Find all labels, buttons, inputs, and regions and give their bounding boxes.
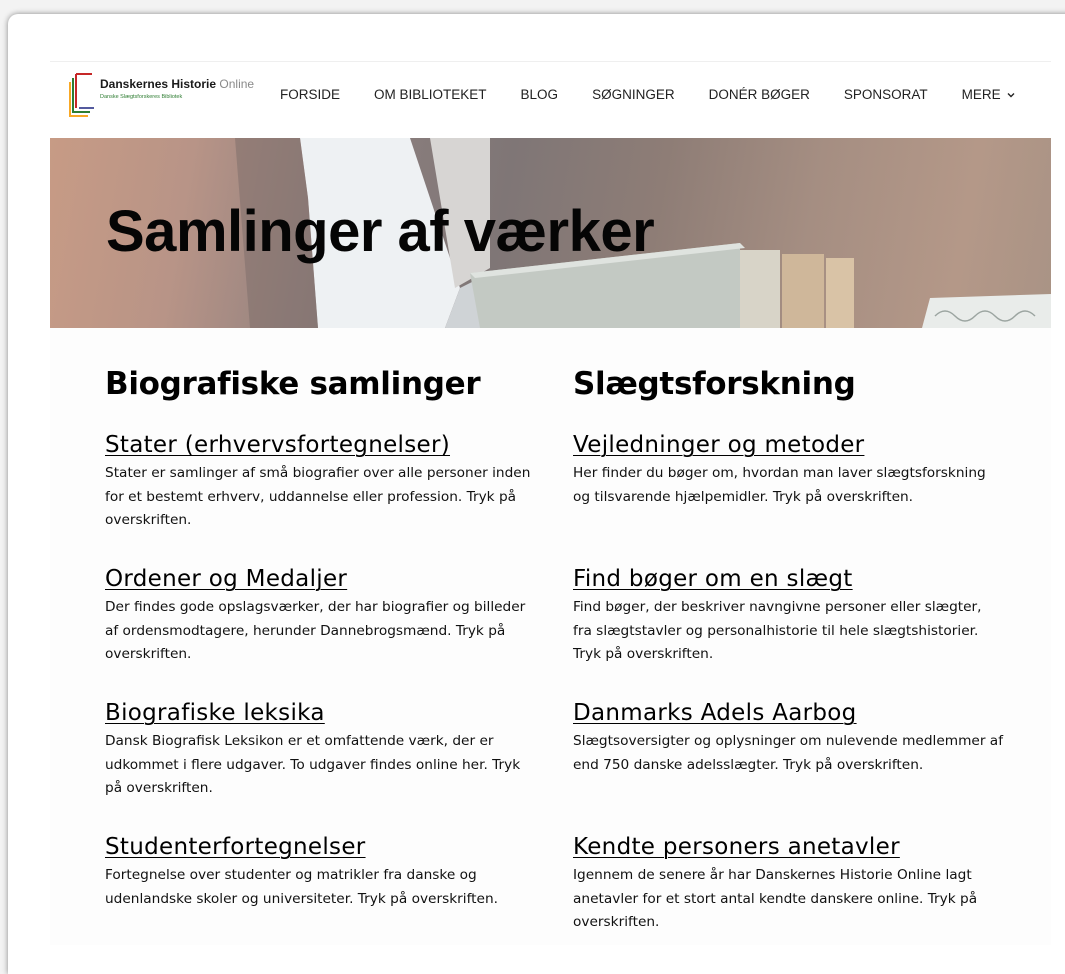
collection-link[interactable]: Danmarks Adels Aarbog	[573, 698, 1003, 728]
logo-subtitle: Danske Slægtsforskeres Bibliotek	[100, 94, 183, 100]
section-heading: Biografiske samlinger	[105, 366, 481, 402]
collection-description: Stater er samlinger af små biografier ov…	[105, 465, 531, 528]
main-nav: FORSIDE OM BIBLIOTEKET BLOG SØGNINGER DO…	[280, 85, 1015, 105]
nav-mere[interactable]: MERE	[962, 85, 1015, 105]
collection-item: Stater (erhvervsfortegnelser) Stater er …	[105, 430, 535, 533]
web-page: Danskernes Historie Online Danske Slægts…	[50, 61, 1051, 945]
collection-link[interactable]: Vejledninger og metoder	[573, 430, 1003, 460]
hero-banner: Samlinger af værker	[50, 138, 1051, 328]
collection-description: Her finder du bøger om, hvordan man lave…	[573, 465, 986, 505]
collection-description: Der findes gode opslagsværker, der har b…	[105, 599, 526, 662]
site-header: Danskernes Historie Online Danske Slægts…	[50, 62, 1051, 138]
nav-mere-label: MERE	[961, 87, 1001, 102]
collection-item: Find bøger om en slægt Find bøger, der b…	[573, 564, 1003, 667]
chevron-down-icon	[1007, 93, 1015, 98]
nav-soegninger[interactable]: SØGNINGER	[592, 85, 675, 105]
books-logo-icon	[69, 73, 94, 117]
nav-om-biblioteket[interactable]: OM BIBLIOTEKET	[374, 85, 487, 105]
collection-item: Ordener og Medaljer Der findes gode opsl…	[105, 564, 535, 667]
page-title: Samlinger af værker	[106, 199, 655, 264]
collection-link[interactable]: Ordener og Medaljer	[105, 564, 535, 594]
logo-title: Danskernes Historie Online	[100, 77, 255, 91]
collection-link[interactable]: Stater (erhvervsfortegnelser)	[105, 430, 535, 460]
column-slaegtsforskning: Slægtsforskning Vejledninger og metoder …	[573, 362, 1003, 930]
nav-sponsorat[interactable]: SPONSORAT	[844, 85, 928, 105]
browser-window: Danskernes Historie Online Danske Slægts…	[8, 14, 1065, 974]
collection-item: Danmarks Adels Aarbog Slægtsoversigter o…	[573, 698, 1003, 777]
collection-item: Kendte personers anetavler Igennem de se…	[573, 832, 1003, 935]
nav-doner-boeger[interactable]: DONÉR BØGER	[709, 85, 810, 105]
collection-link[interactable]: Kendte personers anetavler	[573, 832, 1003, 862]
collection-description: Dansk Biografisk Leksikon er et omfatten…	[105, 733, 521, 796]
site-logo[interactable]: Danskernes Historie Online Danske Slægts…	[66, 70, 256, 118]
collection-description: Find bøger, der beskriver navngivne pers…	[573, 599, 982, 662]
collection-item: Biografiske leksika Dansk Biografisk Lek…	[105, 698, 535, 801]
collection-link[interactable]: Studenterfortegnelser	[105, 832, 535, 862]
collection-description: Slægtsoversigter og oplysninger om nulev…	[573, 733, 1004, 773]
collection-item: Studenterfortegnelser Fortegnelse over s…	[105, 832, 535, 911]
collection-link[interactable]: Find bøger om en slægt	[573, 564, 1003, 594]
column-biografiske-samlinger: Biografiske samlinger Stater (erhvervsfo…	[105, 362, 535, 907]
section-heading: Slægtsforskning	[573, 366, 856, 402]
collection-description: Fortegnelse over studenter og matrikler …	[105, 867, 498, 907]
collection-description: Igennem de senere år har Danskernes Hist…	[573, 867, 978, 930]
nav-blog[interactable]: BLOG	[521, 85, 559, 105]
nav-forside[interactable]: FORSIDE	[280, 85, 340, 105]
collection-item: Vejledninger og metoder Her finder du bø…	[573, 430, 1003, 509]
collection-link[interactable]: Biografiske leksika	[105, 698, 535, 728]
